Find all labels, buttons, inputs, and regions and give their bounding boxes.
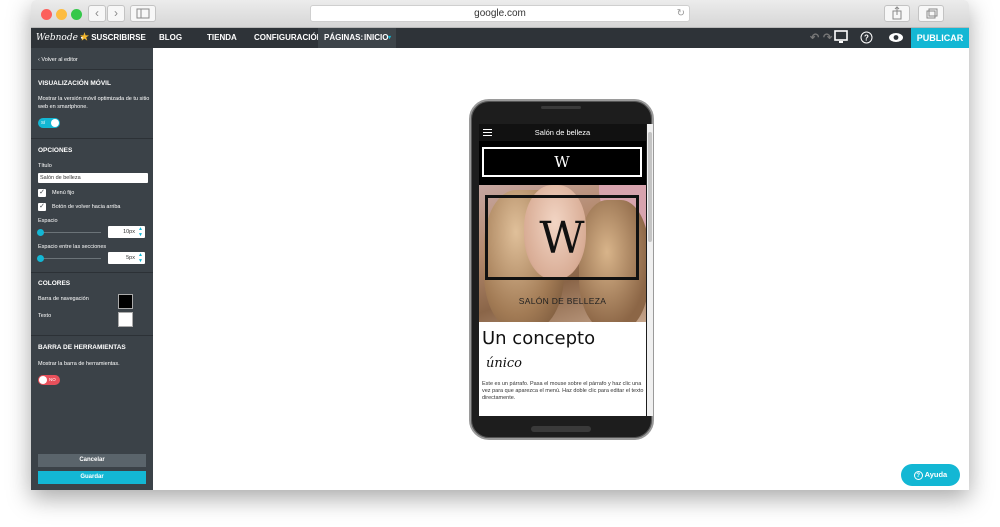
nav-shop[interactable]: TIENDA [207, 28, 237, 48]
divider [31, 272, 153, 273]
spacing-value: 10px [123, 229, 135, 235]
phone-bottom-speaker [531, 426, 591, 432]
back-to-top-checkbox[interactable]: ✓ [38, 203, 46, 211]
toggle-knob [39, 376, 47, 384]
reload-icon[interactable]: ↻ [677, 6, 685, 21]
maximize-window-button[interactable] [71, 9, 82, 20]
mobile-script-text[interactable]: único [486, 356, 522, 371]
title-input[interactable]: Salón de belleza [38, 173, 148, 183]
save-button[interactable]: Guardar [38, 471, 146, 484]
stepper-arrows-icon[interactable]: ▲ ▼ [138, 226, 143, 238]
toolbar-toggle[interactable]: NO [38, 375, 60, 385]
divider [31, 69, 153, 70]
desktop-view-icon[interactable] [834, 30, 848, 50]
pages-label: PÁGINAS: [324, 33, 364, 42]
subscribe-button[interactable]: ★ SUSCRIBIRSE [80, 28, 146, 48]
help-label: Ayuda [924, 470, 948, 479]
slider-handle[interactable] [37, 229, 44, 236]
toggle-off-label: NO [49, 377, 56, 382]
mobile-view-description: Mostrar la versión móvil optimizada de t… [38, 96, 150, 110]
browser-window: ‹ › google.com ↻ Webnode ▾ ★ SUSCRIBIRSE… [31, 0, 969, 490]
minimize-window-button[interactable] [56, 9, 67, 20]
divider [31, 335, 153, 336]
toggle-on-label: SÍ [41, 120, 46, 125]
close-window-button[interactable] [41, 9, 52, 20]
preview-canvas: Salón de belleza W W SALÓN DE BELLEZA Un… [153, 48, 969, 490]
editor-top-bar: Webnode ▾ ★ SUSCRIBIRSE BLOG TIENDA CONF… [31, 28, 969, 48]
share-icon[interactable] [884, 5, 910, 22]
phone-frame: Salón de belleza W W SALÓN DE BELLEZA Un… [469, 99, 654, 440]
redo-icon[interactable]: ↷ [823, 28, 832, 48]
mobile-logo-letter: W [554, 153, 570, 171]
nav-settings[interactable]: CONFIGURACIÓN [254, 28, 322, 48]
navbar-color-swatch[interactable] [118, 294, 133, 309]
star-icon: ★ [80, 32, 89, 43]
spacing-stepper[interactable]: 10px ▲ ▼ [108, 226, 145, 238]
toggle-knob [51, 119, 59, 127]
mobile-view-title: VISUALIZACIÓN MÓVIL [38, 80, 111, 87]
toolbar-description: Mostrar la barra de herramientas. [38, 361, 120, 367]
mobile-logo-box[interactable]: W [481, 146, 643, 178]
chevron-left-icon: ‹ [38, 57, 40, 63]
section-spacing-value: 5px [126, 255, 135, 261]
scrollbar-thumb[interactable] [648, 132, 652, 242]
tabs-icon[interactable] [918, 5, 944, 22]
back-to-editor-label: Volver al editor [41, 57, 78, 63]
phone-speaker [541, 106, 581, 109]
settings-sidebar: ‹ Volver al editor VISUALIZACIÓN MÓVIL M… [31, 48, 153, 490]
mobile-paragraph[interactable]: Este es un párrafo. Pasa el mouse sobre … [482, 381, 644, 402]
svg-text:?: ? [864, 34, 869, 43]
colors-title: COLORES [38, 280, 71, 287]
slider-handle[interactable] [37, 255, 44, 262]
toolbar-title: BARRA DE HERRAMIENTAS [38, 344, 126, 351]
fixed-menu-label: Menú fijo [52, 190, 75, 196]
options-title: OPCIONES [38, 147, 73, 154]
title-label: Título [38, 163, 52, 169]
cancel-button[interactable]: Cancelar [38, 454, 146, 467]
text-color-label: Texto [38, 313, 52, 319]
subscribe-label: SUSCRIBIRSE [91, 33, 146, 42]
back-to-top-label: Botón de volver hacia arriba [52, 204, 121, 210]
section-spacing-label: Espacio entre las secciones [38, 244, 107, 250]
undo-icon[interactable]: ↶ [810, 28, 819, 48]
help-button[interactable]: ? Ayuda [901, 464, 960, 486]
hero-caption: SALÓN DE BELLEZA [518, 296, 607, 306]
url-text: google.com [474, 8, 526, 19]
mobile-navbar: Salón de belleza [479, 124, 646, 141]
forward-arrow-icon[interactable]: › [107, 5, 125, 22]
hamburger-menu-icon[interactable] [483, 129, 492, 136]
mobile-screen[interactable]: Salón de belleza W W SALÓN DE BELLEZA Un… [479, 124, 646, 416]
section-spacing-stepper[interactable]: 5px ▲ ▼ [108, 252, 145, 264]
spacing-slider[interactable] [37, 229, 101, 236]
chevron-down-icon: ▾ [388, 35, 392, 41]
stepper-arrows-icon[interactable]: ▲ ▼ [138, 252, 143, 264]
back-to-editor-link[interactable]: ‹ Volver al editor [38, 56, 150, 64]
publish-button[interactable]: PUBLICAR [911, 28, 969, 48]
spacing-label: Espacio [38, 218, 58, 224]
text-color-swatch[interactable] [118, 312, 133, 327]
sidebar-toggle-icon[interactable] [130, 5, 156, 22]
fixed-menu-checkbox[interactable]: ✓ [38, 189, 46, 197]
section-spacing-slider[interactable] [37, 255, 101, 262]
pages-value: INICIO [364, 33, 389, 42]
nav-blog[interactable]: BLOG [159, 28, 182, 48]
hero-logo-letter: W [539, 213, 585, 264]
pages-selector[interactable]: PÁGINAS: INICIO ▾ [318, 28, 396, 48]
webnode-logo[interactable]: Webnode ▾ [36, 28, 84, 48]
divider [31, 138, 153, 139]
mobile-view-toggle[interactable]: SÍ [38, 118, 60, 128]
back-arrow-icon[interactable]: ‹ [88, 5, 106, 22]
url-bar[interactable]: google.com ↻ [310, 5, 690, 22]
help-question-icon: ? [913, 470, 923, 480]
browser-chrome: ‹ › google.com ↻ [31, 0, 969, 28]
mobile-scrollbar[interactable] [647, 124, 653, 416]
logo-text: Webnode [36, 33, 78, 43]
hero-image[interactable]: W SALÓN DE BELLEZA [479, 185, 646, 322]
mobile-heading[interactable]: Un concepto [482, 328, 595, 349]
navbar-color-label: Barra de navegación [38, 296, 89, 302]
mobile-site-title: Salón de belleza [534, 128, 591, 137]
